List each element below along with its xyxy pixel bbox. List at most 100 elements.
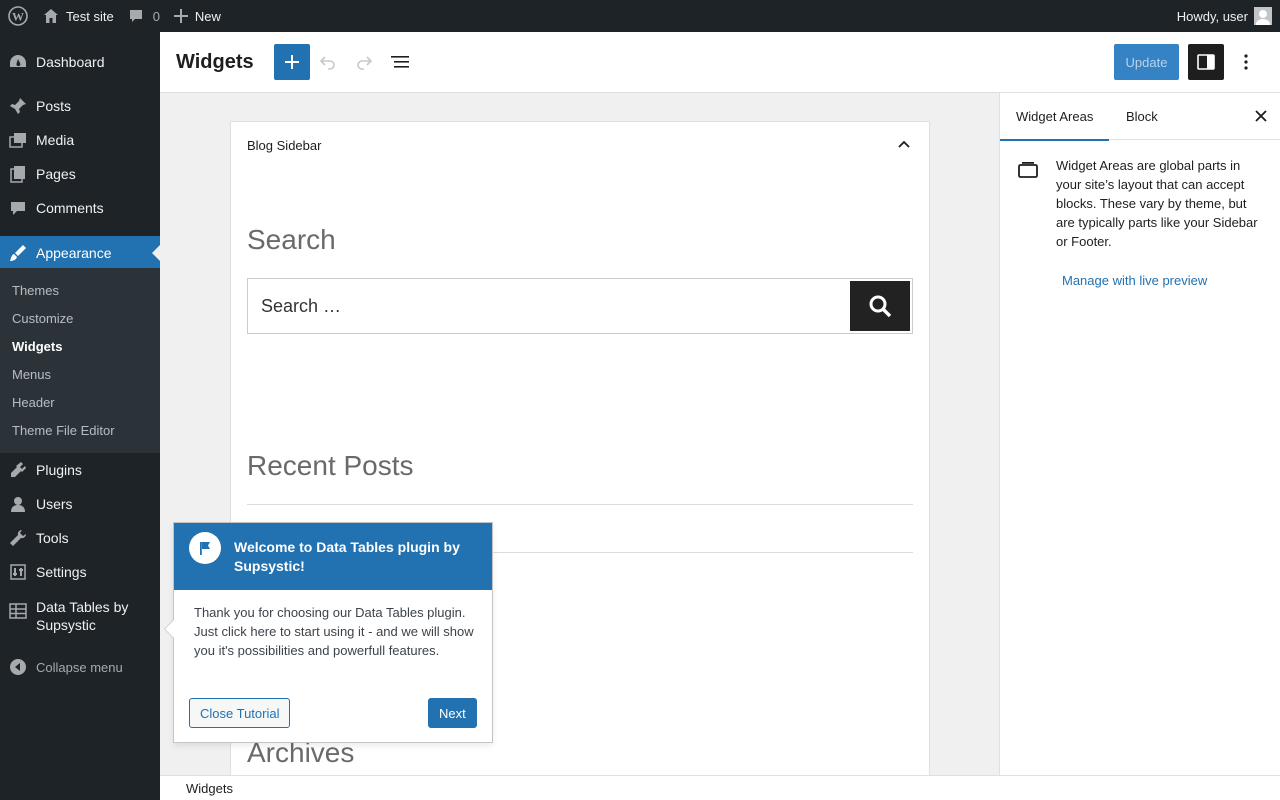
plus-icon (285, 55, 299, 69)
list-view-button[interactable] (382, 44, 418, 80)
editor-footer: Widgets (160, 775, 1280, 800)
menu-item-media[interactable]: Media (0, 123, 160, 157)
close-icon[interactable] (1253, 108, 1269, 127)
user-icon (0, 495, 36, 513)
menu-item-appearance[interactable]: Appearance (0, 236, 160, 270)
update-button[interactable]: Update (1114, 44, 1179, 80)
site-name-link[interactable]: Test site (36, 0, 121, 32)
page-title: Widgets (176, 51, 254, 73)
tutorial-header: Welcome to Data Tables plugin by Supsyst… (174, 523, 492, 590)
sidebar-icon (1197, 54, 1215, 70)
settings-sidebar: Widget Areas Block Widget Areas are glob… (999, 93, 1280, 775)
pages-icon (0, 165, 36, 183)
redo-button[interactable] (346, 44, 382, 80)
recent-posts-heading[interactable]: Recent Posts (247, 450, 414, 482)
menu-label: Appearance (36, 245, 112, 261)
settings-icon (0, 563, 36, 581)
dashboard-icon (0, 53, 36, 71)
brush-icon (0, 244, 36, 262)
add-block-button[interactable] (274, 44, 310, 80)
site-name: Test site (66, 8, 114, 24)
menu-item-data-tables[interactable]: Data Tables by Supsystic (0, 598, 160, 652)
menu-label: Users (36, 496, 73, 512)
menu-label: Media (36, 132, 75, 148)
menu-label: Dashboard (36, 54, 105, 70)
menu-item-tools[interactable]: Tools (0, 521, 160, 555)
home-icon (43, 8, 59, 24)
menu-item-comments[interactable]: Comments (0, 191, 160, 225)
sidebar-tabs: Widget Areas Block (1000, 93, 1280, 141)
menu-item-plugins[interactable]: Plugins (0, 453, 160, 487)
submenu-theme-file-editor[interactable]: Theme File Editor (12, 423, 115, 438)
widget-area-title: Blog Sidebar (247, 138, 322, 153)
menu-item-posts[interactable]: Posts (0, 89, 160, 123)
widget-areas-description: Widget Areas are global parts in your si… (1056, 158, 1258, 249)
menu-label: Pages (36, 166, 76, 182)
wordpress-logo-icon[interactable]: W (0, 0, 36, 32)
settings-toggle-button[interactable] (1188, 44, 1224, 80)
tutorial-title: Welcome to Data Tables plugin by Supsyst… (234, 539, 460, 574)
comments-link[interactable]: 0 (121, 0, 167, 32)
undo-icon (319, 56, 335, 70)
new-label: New (194, 8, 221, 24)
menu-item-settings[interactable]: Settings (0, 555, 160, 589)
menu-label: Plugins (36, 462, 82, 478)
menu-item-users[interactable]: Users (0, 487, 160, 521)
wrench-icon (0, 529, 36, 547)
submenu-customize[interactable]: Customize (12, 311, 73, 326)
menu-label: Settings (36, 564, 87, 580)
search-input[interactable]: Search … (261, 296, 341, 317)
menu-label: Tools (36, 530, 69, 546)
account-menu[interactable]: Howdy, user (1177, 0, 1272, 32)
plug-icon (0, 461, 36, 479)
new-content-link[interactable]: New (167, 0, 228, 32)
admin-bar: W Test site 0 New Howdy, user (0, 0, 1280, 32)
comment-icon (0, 199, 36, 217)
admin-menu: Dashboard Posts Media Pages Comments App… (0, 32, 160, 800)
close-tutorial-button[interactable]: Close Tutorial (189, 698, 291, 728)
menu-label: Comments (36, 200, 104, 216)
tutorial-popup: Welcome to Data Tables plugin by Supsyst… (164, 522, 493, 743)
collapse-menu-button[interactable]: Collapse menu (0, 654, 160, 680)
next-button[interactable]: Next (428, 698, 477, 728)
undo-button[interactable] (310, 44, 346, 80)
collapse-arrow-icon (0, 659, 36, 675)
media-icon (0, 131, 36, 149)
breadcrumb[interactable]: Widgets (186, 781, 233, 796)
comment-icon (128, 8, 144, 24)
menu-label: Data Tables by Supsystic (36, 599, 129, 633)
search-icon (869, 295, 892, 318)
submenu-themes[interactable]: Themes (12, 283, 59, 298)
plus-icon (173, 9, 188, 23)
chevron-up-icon[interactable] (897, 138, 911, 155)
menu-label: Posts (36, 98, 72, 114)
tab-widget-areas[interactable]: Widget Areas (1000, 93, 1110, 141)
widget-area-icon (1018, 161, 1038, 182)
list-view-icon (391, 56, 409, 68)
comments-count: 0 (152, 8, 160, 24)
tab-block[interactable]: Block (1126, 93, 1158, 140)
collapse-label: Collapse menu (36, 659, 123, 675)
flag-icon (189, 532, 221, 564)
submenu-header[interactable]: Header (12, 395, 55, 410)
pin-icon (0, 97, 36, 115)
greeting: Howdy, user (1176, 8, 1248, 24)
menu-item-pages[interactable]: Pages (0, 157, 160, 191)
search-heading[interactable]: Search (247, 224, 336, 256)
tutorial-body: Thank you for choosing our Data Tables p… (194, 605, 474, 658)
redo-icon (357, 56, 373, 70)
search-block[interactable]: Search … (247, 278, 913, 334)
submenu-menus[interactable]: Menus (12, 367, 51, 382)
svg-text:W: W (12, 10, 24, 24)
submenu-widgets[interactable]: Widgets (12, 339, 62, 354)
menu-item-dashboard[interactable]: Dashboard (0, 45, 160, 79)
table-icon (0, 598, 36, 620)
appearance-submenu: Themes Customize Widgets Menus Header Th… (0, 268, 160, 453)
more-vertical-icon (1244, 54, 1248, 70)
avatar (1254, 7, 1272, 25)
options-menu-button[interactable] (1228, 44, 1264, 80)
manage-live-preview-link[interactable]: Manage with live preview (1062, 273, 1207, 288)
editor-header: Widgets Update (160, 32, 1280, 93)
search-button[interactable] (850, 281, 910, 331)
divider (247, 504, 913, 505)
